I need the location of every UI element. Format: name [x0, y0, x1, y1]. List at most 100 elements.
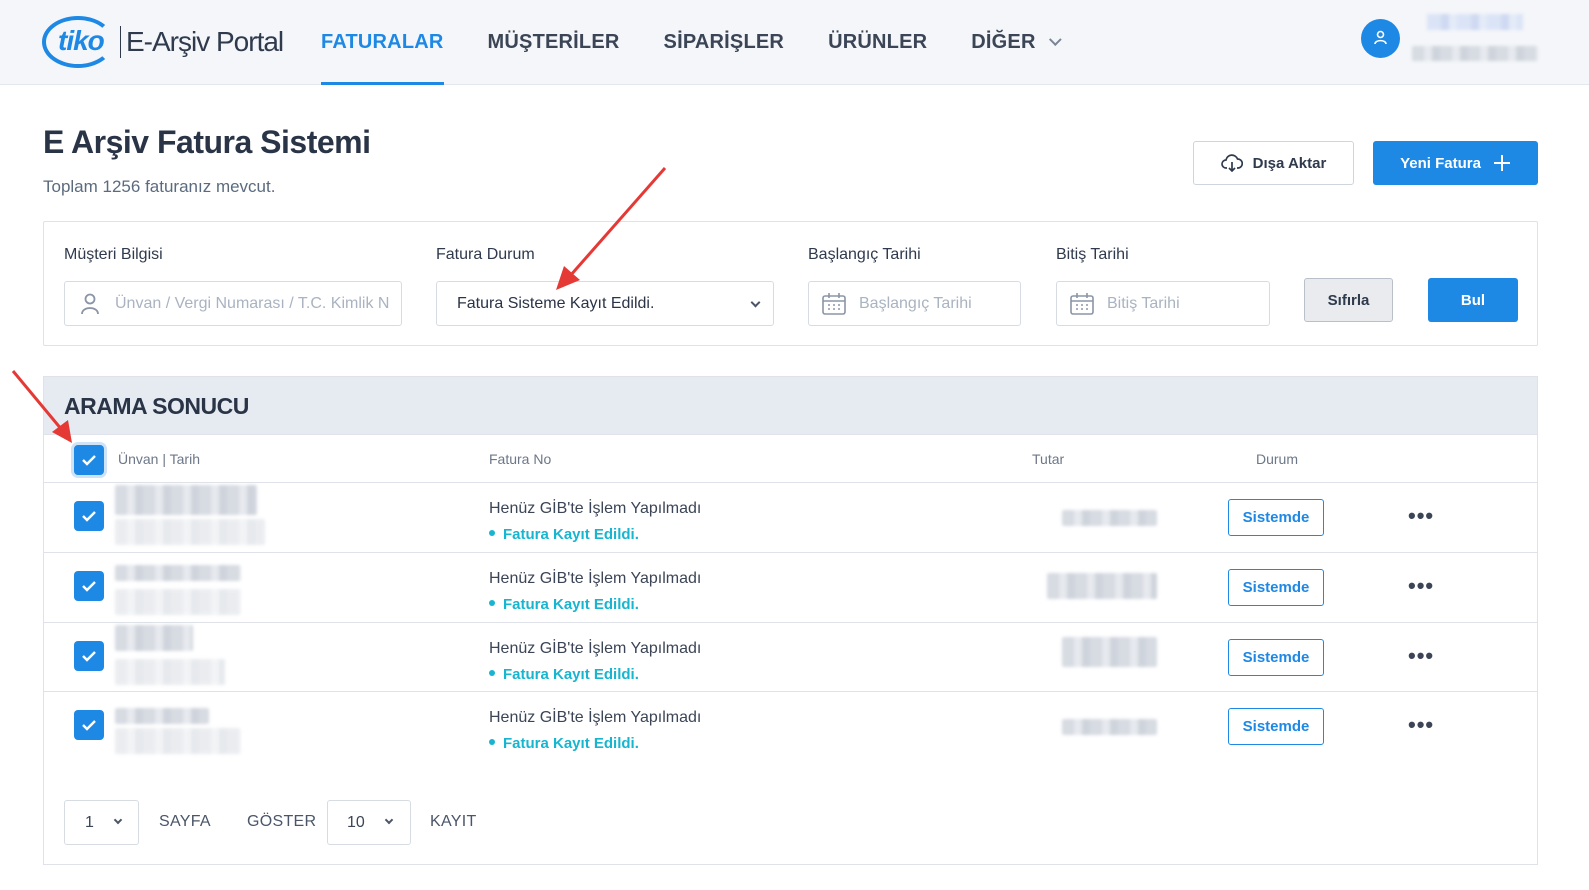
- user-details-obscured: [1412, 46, 1538, 61]
- chevron-down-icon: [113, 815, 123, 825]
- nav-item-faturalar[interactable]: FATURALAR: [321, 0, 444, 85]
- check-icon: [82, 511, 96, 522]
- amount-obscured: [1047, 573, 1157, 599]
- customer-search-placeholder: Ünvan / Vergi Numarası / T.C. Kimlik N: [115, 294, 390, 312]
- records-label: KAYIT: [430, 813, 477, 830]
- customer-name-obscured: [115, 565, 241, 581]
- gib-status: Henüz GİB'te İşlem Yapılmadı: [489, 500, 702, 517]
- status-badge[interactable]: Sistemde: [1228, 569, 1324, 606]
- gib-status: Henüz GİB'te İşlem Yapılmadı: [489, 570, 702, 587]
- calendar-icon: [1070, 292, 1094, 315]
- page-title: E Arşiv Fatura Sistemi: [43, 124, 371, 160]
- end-date-label: Bitiş Tarihi: [1056, 246, 1129, 263]
- invoice-date-obscured: [115, 519, 265, 545]
- column-header-name[interactable]: Ünvan | Tarih: [118, 451, 200, 467]
- invoice-date-obscured: [115, 728, 241, 754]
- avatar[interactable]: [1361, 19, 1400, 58]
- new-invoice-button[interactable]: Yeni Fatura: [1373, 141, 1538, 185]
- invoice-status-label: Fatura Durum: [436, 246, 535, 263]
- more-options-icon[interactable]: •••: [1408, 712, 1434, 738]
- customer-name-obscured: [115, 625, 193, 651]
- record-status: Fatura Kayıt Edildi.: [489, 666, 639, 683]
- check-icon: [82, 581, 96, 592]
- table-row[interactable]: Henüz GİB'te İşlem Yapılmadı Fatura Kayı…: [44, 692, 1537, 761]
- user-icon: [1374, 30, 1387, 45]
- check-icon: [82, 720, 96, 731]
- invoice-status-select[interactable]: Fatura Sisteme Kayıt Edildi.: [436, 281, 774, 326]
- nav-item-label: FATURALAR: [321, 31, 444, 53]
- filter-panel: Müşteri Bilgisi Ünvan / Vergi Numarası /…: [43, 221, 1538, 346]
- customer-name-obscured: [115, 708, 209, 724]
- show-label: GÖSTER: [247, 813, 317, 830]
- start-date-placeholder: Başlangıç Tarihi: [859, 294, 972, 312]
- invoice-date-obscured: [115, 589, 241, 615]
- end-date-input[interactable]: Bitiş Tarihi: [1056, 281, 1270, 326]
- column-header-status[interactable]: Durum: [1256, 451, 1298, 467]
- column-header-amount[interactable]: Tutar: [1032, 451, 1064, 467]
- start-date-input[interactable]: Başlangıç Tarihi: [808, 281, 1021, 326]
- user-name-obscured[interactable]: [1427, 14, 1523, 30]
- row-checkbox[interactable]: [74, 710, 104, 740]
- chevron-down-icon: [384, 815, 394, 825]
- row-checkbox[interactable]: [74, 501, 104, 531]
- status-badge[interactable]: Sistemde: [1228, 499, 1324, 536]
- row-checkbox[interactable]: [74, 571, 104, 601]
- main-nav: FATURALAR MÜŞTERİLER SİPARİŞLER ÜRÜNLER …: [321, 0, 1101, 85]
- more-options-icon[interactable]: •••: [1408, 643, 1434, 669]
- plus-icon: [1493, 155, 1510, 171]
- more-options-icon[interactable]: •••: [1408, 503, 1434, 529]
- status-badge[interactable]: Sistemde: [1228, 639, 1324, 676]
- table-row[interactable]: Henüz GİB'te İşlem Yapılmadı Fatura Kayı…: [44, 483, 1537, 552]
- page-size-select[interactable]: 10: [327, 800, 411, 845]
- customer-name-obscured: [115, 485, 257, 515]
- calendar-icon: [822, 292, 846, 315]
- new-invoice-button-label: Yeni Fatura: [1400, 154, 1481, 172]
- nav-item-siparisler[interactable]: SİPARİŞLER: [664, 0, 785, 85]
- nav-item-label: DİĞER: [971, 31, 1036, 53]
- start-date-label: Başlangıç Tarihi: [808, 246, 921, 263]
- nav-item-musteriler[interactable]: MÜŞTERİLER: [488, 0, 620, 85]
- end-date-placeholder: Bitiş Tarihi: [1107, 294, 1180, 312]
- table-row[interactable]: Henüz GİB'te İşlem Yapılmadı Fatura Kayı…: [44, 553, 1537, 622]
- nav-item-urunler[interactable]: ÜRÜNLER: [828, 0, 927, 85]
- amount-obscured: [1062, 637, 1157, 667]
- record-status: Fatura Kayıt Edildi.: [489, 735, 639, 752]
- export-button-label: Dışa Aktar: [1252, 154, 1327, 172]
- row-checkbox[interactable]: [74, 641, 104, 671]
- column-header-invoice-no[interactable]: Fatura No: [489, 451, 551, 467]
- invoice-date-obscured: [115, 659, 225, 685]
- nav-item-diger[interactable]: DİĞER: [971, 0, 1062, 85]
- record-status: Fatura Kayıt Edildi.: [489, 596, 639, 613]
- results-title: ARAMA SONUCU: [64, 393, 249, 419]
- logo-mark: tiko: [58, 25, 105, 56]
- page-number-select[interactable]: 1: [64, 800, 139, 845]
- chevron-down-icon: [1048, 33, 1062, 47]
- customer-info-label: Müşteri Bilgisi: [64, 246, 163, 263]
- record-status: Fatura Kayıt Edildi.: [489, 526, 639, 543]
- export-button[interactable]: Dışa Aktar: [1193, 141, 1354, 185]
- more-options-icon[interactable]: •••: [1408, 573, 1434, 599]
- chevron-down-icon: [750, 297, 761, 308]
- gib-status: Henüz GİB'te İşlem Yapılmadı: [489, 709, 702, 726]
- page-number-value: 1: [85, 813, 94, 831]
- nav-item-label: MÜŞTERİLER: [487, 31, 620, 53]
- page-subtitle: Toplam 1256 faturanız mevcut.: [43, 177, 276, 196]
- logo-divider: [120, 26, 121, 58]
- logo-product-name: E-Arşiv Portal: [126, 26, 284, 57]
- customer-search-input[interactable]: Ünvan / Vergi Numarası / T.C. Kimlik N: [64, 281, 402, 326]
- page-label: SAYFA: [159, 813, 211, 830]
- select-all-checkbox[interactable]: [74, 445, 104, 475]
- page-size-value: 10: [347, 813, 365, 831]
- nav-item-label: ÜRÜNLER: [828, 31, 928, 53]
- table-row[interactable]: Henüz GİB'te İşlem Yapılmadı Fatura Kayı…: [44, 623, 1537, 692]
- check-icon: [82, 455, 96, 466]
- status-badge[interactable]: Sistemde: [1228, 708, 1324, 745]
- amount-obscured: [1062, 719, 1157, 735]
- search-results-panel: ARAMA SONUCU Ünvan | Tarih Fatura No Tut…: [43, 376, 1538, 865]
- find-button[interactable]: Bul: [1428, 278, 1518, 322]
- nav-item-label: SİPARİŞLER: [663, 31, 785, 53]
- top-navigation-bar: tiko E-Arşiv Portal FATURALAR MÜŞTERİLER…: [0, 0, 1589, 85]
- invoice-status-value: Fatura Sisteme Kayıt Edildi.: [457, 294, 655, 312]
- reset-button[interactable]: Sıfırla: [1304, 278, 1393, 322]
- amount-obscured: [1062, 510, 1157, 526]
